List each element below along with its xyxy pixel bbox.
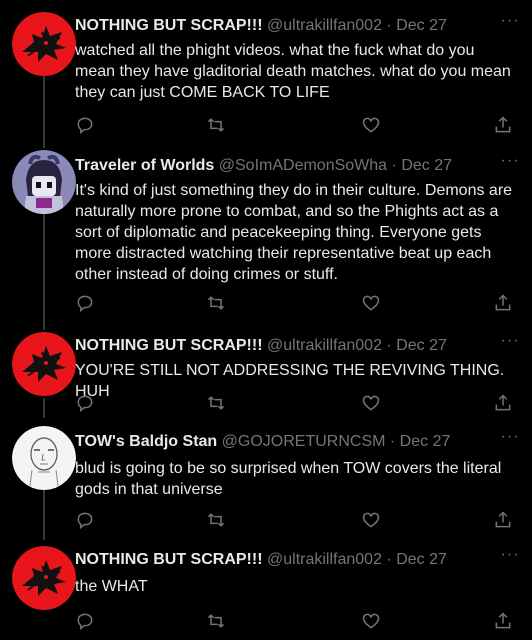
separator-dot: · — [386, 17, 392, 34]
tweet[interactable]: Traveler of Worlds @SoImADemonSoWha · De… — [0, 150, 532, 321]
reply-icon[interactable] — [75, 293, 97, 315]
user-handle[interactable]: @GOJORETURNCSM — [222, 433, 386, 450]
display-name[interactable]: NOTHING BUT SCRAP!!! — [75, 337, 263, 354]
avatar[interactable] — [12, 426, 76, 490]
share-icon[interactable] — [493, 510, 515, 532]
retweet-icon[interactable] — [205, 510, 227, 532]
display-name[interactable]: Traveler of Worlds — [75, 157, 214, 174]
retweet-icon[interactable] — [205, 293, 227, 315]
user-handle[interactable]: @ultrakillfan002 — [267, 17, 382, 34]
separator-dot: · — [386, 337, 392, 354]
display-name[interactable]: NOTHING BUT SCRAP!!! — [75, 551, 263, 568]
separator-dot: · — [391, 157, 397, 174]
avatar[interactable] — [12, 12, 76, 76]
tweet[interactable]: NOTHING BUT SCRAP!!! @ultrakillfan002 · … — [0, 12, 532, 141]
more-icon[interactable]: ··· — [500, 12, 520, 32]
tweet-header: Traveler of Worlds @SoImADemonSoWha · De… — [75, 156, 492, 176]
timestamp[interactable]: Dec 27 — [396, 337, 447, 354]
action-bar — [75, 115, 515, 137]
retweet-icon[interactable] — [205, 115, 227, 137]
tweet-header: TOW's Baldjo Stan @GOJORETURNCSM · Dec 2… — [75, 432, 492, 452]
tweet-text: It's kind of just something they do in t… — [75, 182, 513, 283]
tweet[interactable]: TOW's Baldjo Stan @GOJORETURNCSM · Dec 2… — [0, 426, 532, 532]
avatar[interactable] — [12, 150, 76, 214]
tweet-text: watched all the phight videos. what the … — [75, 42, 511, 101]
retweet-icon[interactable] — [205, 611, 227, 633]
tweet[interactable]: NOTHING BUT SCRAP!!! @ultrakillfan002 · … — [0, 332, 532, 416]
user-handle[interactable]: @ultrakillfan002 — [267, 551, 382, 568]
like-icon[interactable] — [361, 393, 383, 415]
share-icon[interactable] — [493, 293, 515, 315]
tweet-header: NOTHING BUT SCRAP!!! @ultrakillfan002 · … — [75, 336, 492, 356]
user-handle[interactable]: @ultrakillfan002 — [267, 337, 382, 354]
avatar[interactable] — [12, 546, 76, 610]
reply-icon[interactable] — [75, 393, 97, 415]
timestamp[interactable]: Dec 27 — [396, 551, 447, 568]
retweet-icon[interactable] — [205, 393, 227, 415]
share-icon[interactable] — [493, 115, 515, 137]
display-name[interactable]: TOW's Baldjo Stan — [75, 433, 217, 450]
reply-icon[interactable] — [75, 611, 97, 633]
timestamp[interactable]: Dec 27 — [396, 17, 447, 34]
more-icon[interactable]: ··· — [500, 332, 520, 352]
separator-dot: · — [386, 551, 392, 568]
more-icon[interactable]: ··· — [500, 546, 520, 566]
tweet-header: NOTHING BUT SCRAP!!! @ultrakillfan002 · … — [75, 16, 492, 36]
display-name[interactable]: NOTHING BUT SCRAP!!! — [75, 17, 263, 34]
action-bar — [75, 293, 515, 315]
action-bar — [75, 393, 515, 415]
red-mech-avatar-icon — [12, 12, 76, 76]
like-icon[interactable] — [361, 510, 383, 532]
tweet-text: blud is going to be so surprised when TO… — [75, 460, 502, 498]
separator-dot: · — [389, 433, 396, 450]
share-icon[interactable] — [493, 611, 515, 633]
action-bar — [75, 510, 515, 532]
tweet-header: NOTHING BUT SCRAP!!! @ultrakillfan002 · … — [75, 550, 492, 570]
avatar[interactable] — [12, 332, 76, 396]
share-icon[interactable] — [493, 393, 515, 415]
tweet-text: the WHAT — [75, 578, 148, 595]
timestamp[interactable]: Dec 27 — [400, 433, 451, 450]
tweet[interactable]: NOTHING BUT SCRAP!!! @ultrakillfan002 · … — [0, 546, 532, 638]
more-icon[interactable]: ··· — [500, 428, 520, 448]
sketch-face-avatar-icon — [12, 426, 76, 490]
purple-character-avatar-icon — [12, 150, 76, 214]
red-mech-avatar-icon — [12, 332, 76, 396]
user-handle[interactable]: @SoImADemonSoWha — [219, 157, 387, 174]
reply-icon[interactable] — [75, 115, 97, 137]
reply-icon[interactable] — [75, 510, 97, 532]
like-icon[interactable] — [361, 115, 383, 137]
action-bar — [75, 611, 515, 633]
more-icon[interactable]: ··· — [500, 152, 520, 172]
like-icon[interactable] — [361, 293, 383, 315]
red-mech-avatar-icon — [12, 546, 76, 610]
like-icon[interactable] — [361, 611, 383, 633]
timestamp[interactable]: Dec 27 — [401, 157, 452, 174]
